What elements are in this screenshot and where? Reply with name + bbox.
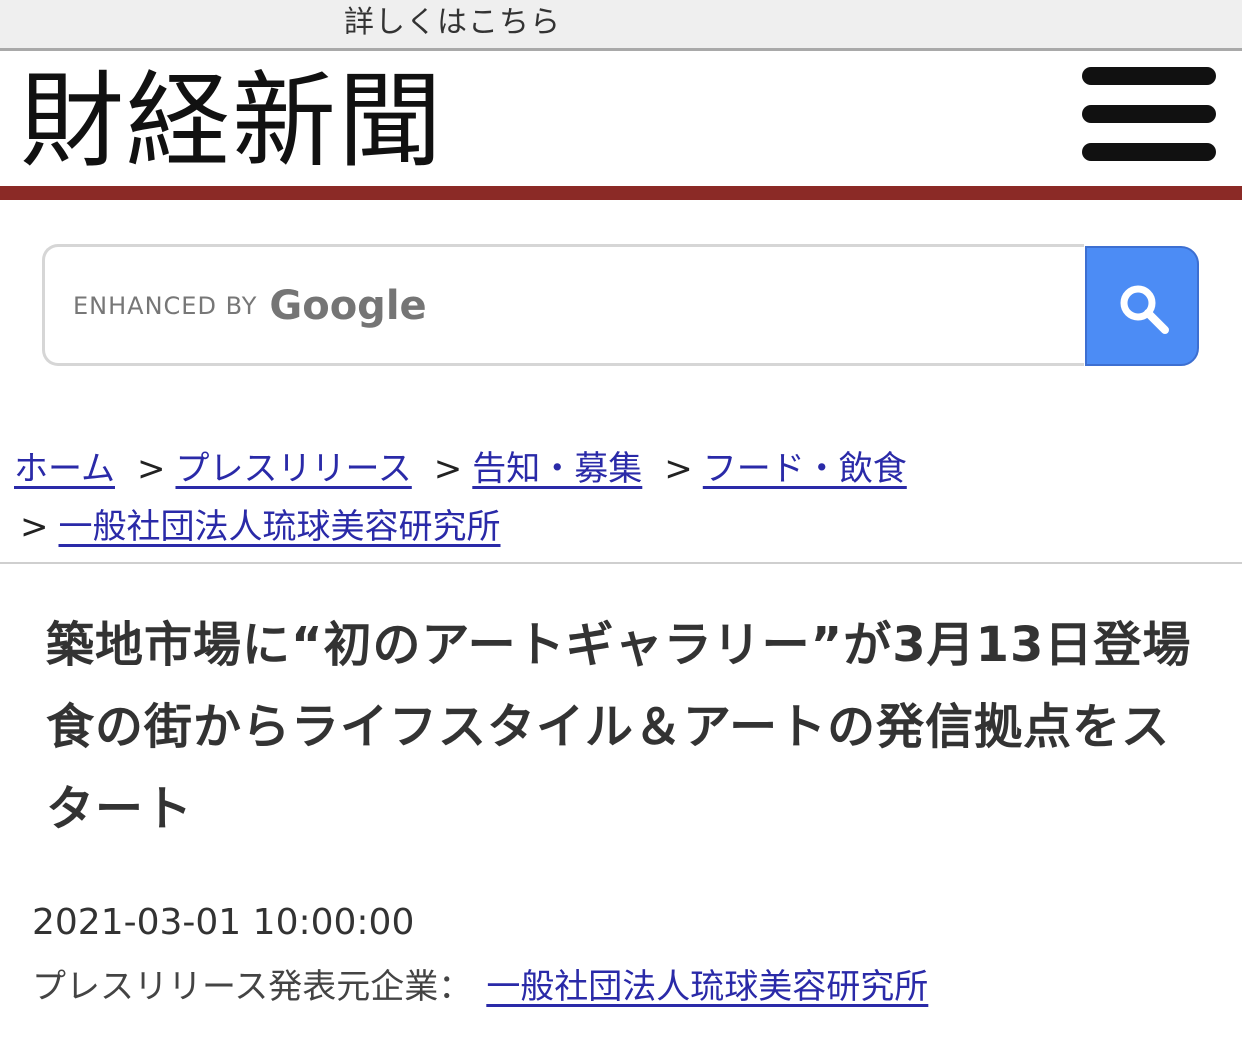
breadcrumb-separator: > [20, 507, 49, 547]
breadcrumb: ホーム > プレスリリース > 告知・募集 > フード・飲食 > 一般社団法人琉球美容研究所 [14, 440, 1224, 556]
breadcrumb-press-release[interactable]: プレスリリース [175, 449, 411, 489]
page: 詳しくはこちら 財経新聞 ENHANCED BY Google ホーム > プレスリリ… [0, 0, 1242, 1043]
publisher-label: プレスリリース発表元企業： [32, 967, 473, 1007]
content-divider [0, 562, 1242, 564]
site-header: 財経新聞 [0, 51, 1242, 187]
breadcrumb-separator: > [664, 449, 693, 489]
menu-bar [1082, 67, 1216, 85]
breadcrumb-home[interactable]: ホーム [14, 449, 115, 489]
breadcrumb-food[interactable]: フード・飲食 [703, 449, 907, 489]
details-link[interactable]: 詳しくはこちら [344, 4, 561, 42]
menu-bar [1082, 143, 1216, 161]
top-banner: 詳しくはこちら [0, 0, 1242, 51]
search-icon [1120, 285, 1169, 334]
search-button[interactable] [1085, 246, 1199, 366]
hamburger-menu-icon[interactable] [1082, 65, 1216, 161]
search-box: ENHANCED BY Google [42, 244, 1084, 366]
breadcrumb-company[interactable]: 一般社団法人琉球美容研究所 [59, 507, 501, 547]
breadcrumb-separator: > [433, 449, 463, 489]
article-date: 2021-03-01 10:00:00 [32, 902, 415, 943]
publisher-link[interactable]: 一般社団法人琉球美容研究所 [486, 967, 928, 1007]
breadcrumb-separator: > [136, 449, 166, 489]
header-divider [0, 186, 1242, 200]
breadcrumb-announcement[interactable]: 告知・募集 [472, 449, 642, 489]
publisher-line: プレスリリース発表元企業： 一般社団法人琉球美容研究所 [32, 960, 928, 1014]
menu-bar [1082, 105, 1216, 123]
breadcrumb-row: > 一般社団法人琉球美容研究所 [20, 498, 1224, 556]
search-input[interactable] [69, 275, 1053, 341]
site-logo[interactable]: 財経新聞 [20, 65, 444, 177]
article-title: 築地市場に“初のアートギャラリー”が3月13日登場 食の街からライフスタイル＆ア… [46, 617, 1241, 837]
